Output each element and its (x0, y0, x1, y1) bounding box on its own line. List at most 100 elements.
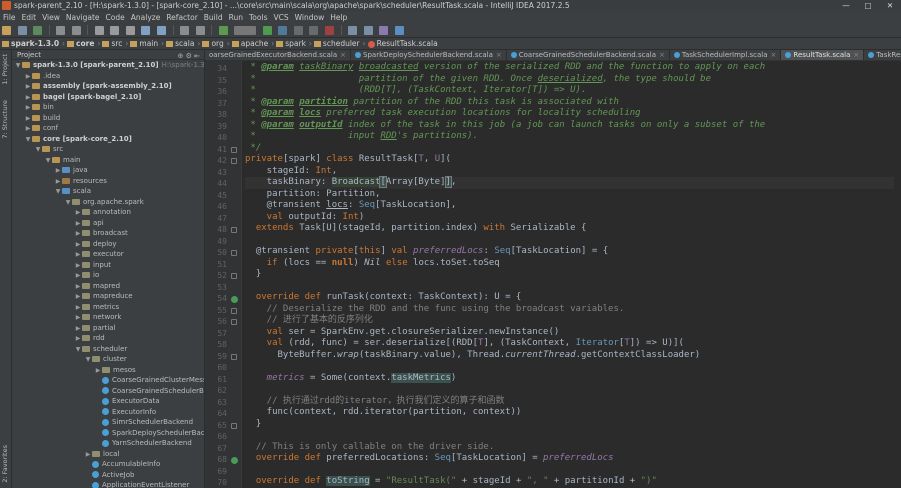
structure-tool-tab[interactable]: 7: Structure (1, 100, 9, 139)
tree-item[interactable]: ▼ spark-1.3.0 [spark-parent_2.10] H:\spark… (12, 60, 204, 71)
fold-marker-icon[interactable] (231, 250, 237, 256)
run-config-dropdown[interactable] (234, 26, 257, 35)
stop-icon[interactable] (325, 26, 335, 35)
breadcrumb-item[interactable]: apache (230, 38, 271, 50)
tree-item[interactable]: ▶ bin (12, 102, 204, 113)
back-icon[interactable] (180, 26, 190, 35)
tree-item[interactable]: ▶ api (12, 218, 204, 229)
breadcrumb-item[interactable]: spark (274, 38, 309, 50)
profile-icon[interactable] (309, 26, 319, 35)
sync-icon[interactable] (33, 26, 43, 35)
tree-item[interactable]: ▶ mapred (12, 281, 204, 292)
override-marker-icon[interactable] (231, 457, 238, 464)
close-tab-icon[interactable]: × (853, 51, 859, 59)
menu-item-analyze[interactable]: Analyze (128, 12, 164, 23)
editor-tab[interactable]: oarseGrainedExecutorBackend.scala × (205, 50, 352, 60)
tree-item[interactable]: ▶ io (12, 270, 204, 281)
editor-tab[interactable]: SparkDeploySchedulerBackend.scala × (351, 50, 507, 60)
paste-icon[interactable] (125, 26, 135, 35)
close-tab-icon[interactable]: × (771, 51, 777, 59)
menu-item-vcs[interactable]: VCS (270, 12, 291, 23)
build-icon[interactable] (218, 26, 228, 35)
menu-item-run[interactable]: Run (226, 12, 246, 23)
tree-item[interactable]: ▼ scheduler (12, 344, 204, 355)
coverage-icon[interactable] (293, 26, 303, 35)
project-tool-tab[interactable]: 1: Project (1, 54, 9, 85)
tree-item[interactable]: ▶ mapreduce (12, 291, 204, 302)
close-tab-icon[interactable]: × (496, 51, 502, 59)
menu-item-navigate[interactable]: Navigate (63, 12, 103, 23)
close-tab-icon[interactable]: × (340, 51, 346, 59)
tree-item[interactable]: ▼ main (12, 155, 204, 166)
tree-item[interactable]: ▶ assembly [spark-assembly_2.10] (12, 81, 204, 92)
menu-item-help[interactable]: Help (327, 12, 350, 23)
tree-item[interactable]: ▶ annotation (12, 207, 204, 218)
tree-item[interactable]: ▶ java (12, 165, 204, 176)
tree-item[interactable]: ApplicationEventListener (12, 480, 204, 488)
tree-item[interactable]: ExecutorData (12, 396, 204, 407)
project-panel-title[interactable]: Project (17, 51, 41, 59)
close-tab-icon[interactable]: × (659, 51, 665, 59)
undo-icon[interactable] (56, 26, 66, 35)
fold-marker-icon[interactable] (231, 227, 237, 233)
minimize-button[interactable]: — (835, 0, 857, 12)
tree-item[interactable]: ▶ rdd (12, 333, 204, 344)
menu-item-refactor[interactable]: Refactor (163, 12, 200, 23)
fold-marker-icon[interactable] (231, 319, 237, 325)
debug-icon[interactable] (278, 26, 288, 35)
menu-item-edit[interactable]: Edit (19, 12, 40, 23)
tree-item[interactable]: ▶ input (12, 260, 204, 271)
replace-icon[interactable] (157, 26, 167, 35)
menu-item-build[interactable]: Build (201, 12, 226, 23)
project-structure-icon[interactable] (363, 26, 373, 35)
breadcrumb-item[interactable]: main (128, 38, 161, 50)
tree-item[interactable]: ExecutorInfo (12, 407, 204, 418)
editor-scrollbar[interactable] (894, 61, 901, 488)
forward-icon[interactable] (195, 26, 205, 35)
cut-icon[interactable] (94, 26, 104, 35)
fold-marker-icon[interactable] (231, 158, 237, 164)
sdk-icon[interactable] (379, 26, 389, 35)
close-button[interactable]: ✕ (879, 0, 901, 12)
find-icon[interactable] (141, 26, 151, 35)
tree-item[interactable]: ▶ metrics (12, 302, 204, 313)
help-icon[interactable] (394, 26, 404, 35)
tree-item[interactable]: YarnSchedulerBackend (12, 438, 204, 449)
editor-tab[interactable]: ResultTask.scala × (781, 50, 865, 60)
run-icon[interactable] (262, 26, 272, 35)
tree-item[interactable]: SparkDeploySchedulerBackend (12, 428, 204, 439)
fold-marker-icon[interactable] (231, 273, 237, 279)
breadcrumb-item[interactable]: scheduler (312, 38, 363, 50)
menu-item-window[interactable]: Window (292, 12, 328, 23)
tree-item[interactable]: SimrSchedulerBackend (12, 417, 204, 428)
tree-item[interactable]: AccumulableInfo (12, 459, 204, 470)
menu-item-tools[interactable]: Tools (246, 12, 270, 23)
copy-icon[interactable] (110, 26, 120, 35)
menu-item-code[interactable]: Code (103, 12, 128, 23)
tree-item[interactable]: ▶ executor (12, 249, 204, 260)
tree-item[interactable]: ▼ src (12, 144, 204, 155)
tree-item[interactable]: ▶ network (12, 312, 204, 323)
tree-item[interactable]: ▶ conf (12, 123, 204, 134)
fold-marker-icon[interactable] (231, 307, 237, 314)
editor-tab[interactable]: TaskResultGetter.scala× (864, 50, 901, 60)
tree-item[interactable]: ▶ deploy (12, 239, 204, 250)
tree-item[interactable]: ▶ broadcast (12, 228, 204, 239)
settings-icon[interactable] (348, 26, 358, 35)
tree-item[interactable]: ▼ core [spark-core_2.10] (12, 134, 204, 145)
tree-item[interactable]: ▼ org.apache.spark (12, 197, 204, 208)
tree-item[interactable]: CoarseGrainedClusterMessage (12, 375, 204, 386)
tree-item[interactable]: ▼ scala (12, 186, 204, 197)
fold-marker-icon[interactable] (231, 353, 237, 360)
tree-item[interactable]: ▶ bagel [spark-bagel_2.10] (12, 92, 204, 103)
tree-item[interactable]: ▶ local (12, 449, 204, 460)
breadcrumb-item[interactable]: ResultTask.scala (366, 38, 441, 50)
maximize-button[interactable]: □ (857, 0, 879, 12)
breadcrumb-item[interactable]: spark-1.3.0 (0, 38, 62, 50)
fold-marker-icon[interactable] (231, 422, 237, 429)
editor-tab[interactable]: CoarseGrainedSchedulerBackend.scala × (507, 50, 670, 60)
menu-item-file[interactable]: File (0, 12, 19, 23)
save-icon[interactable] (17, 26, 27, 35)
tree-item[interactable]: ▼ cluster (12, 354, 204, 365)
redo-icon[interactable] (71, 26, 81, 35)
